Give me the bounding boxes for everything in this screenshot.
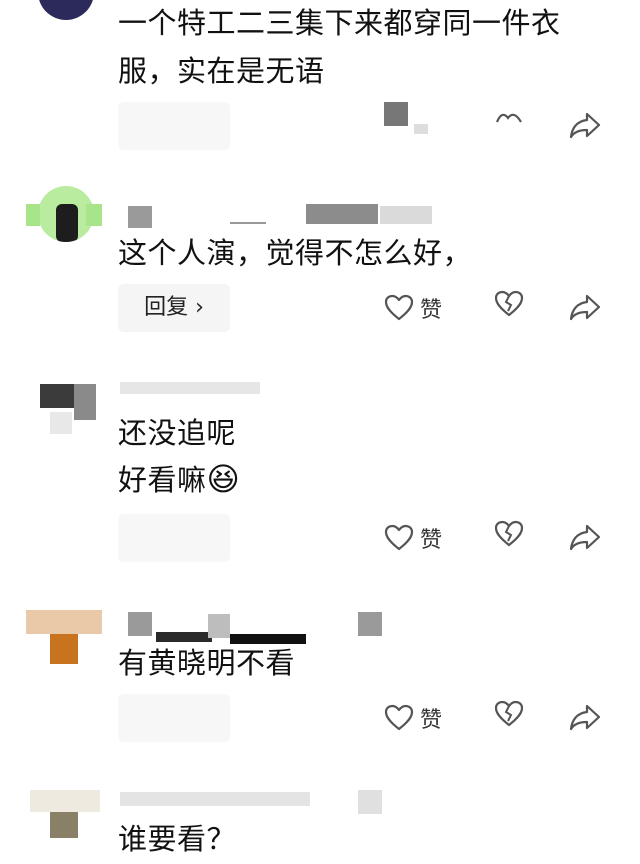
share-arrow-icon[interactable] <box>568 520 602 554</box>
reply-button[interactable]: 回复 › <box>118 284 230 332</box>
share-arrow-icon[interactable] <box>568 108 602 142</box>
heart-outline-icon <box>384 704 414 732</box>
broken-heart-icon[interactable] <box>494 700 524 728</box>
blurred-username <box>120 382 260 394</box>
heart-outline-icon <box>384 524 414 552</box>
comment-text: 这个人演，觉得不怎么好， <box>118 236 473 270</box>
comment-text-line: 服，实在是无语 <box>118 54 325 88</box>
comment-text-line: 一个特工二三集下来都穿同一件衣 <box>118 6 561 40</box>
like-label: 赞 <box>420 708 443 733</box>
blurred-avatar <box>30 790 100 812</box>
comment-actions: 赞 <box>118 514 618 562</box>
reply-button[interactable] <box>118 694 230 742</box>
comment-text: 谁要看？ <box>118 822 237 856</box>
blurred-username <box>358 790 382 814</box>
avatar-frame-left <box>26 204 40 226</box>
comment-text-line: 好看嘛😆 <box>118 458 240 501</box>
blurred-username <box>380 206 432 224</box>
blurred-username <box>128 612 152 636</box>
blurred-avatar <box>40 384 74 408</box>
share-arrow-icon[interactable] <box>568 290 602 324</box>
blurred-avatar <box>74 384 96 420</box>
comment-actions <box>118 102 618 150</box>
blurred-avatar <box>50 812 78 838</box>
blurred-username <box>120 792 310 806</box>
comment-actions: 回复 › 赞 <box>118 284 618 332</box>
reply-button[interactable] <box>118 514 230 562</box>
blurred-username <box>230 222 266 224</box>
broken-heart-icon[interactable] <box>494 106 524 126</box>
blurred-username <box>128 206 152 228</box>
blurred-avatar <box>26 610 102 634</box>
comment-text: 好看嘛 <box>118 463 207 497</box>
blurred-username <box>358 612 382 636</box>
avatar-frame-right <box>86 204 102 226</box>
like-button[interactable]: 赞 <box>384 700 442 736</box>
like-button[interactable]: 赞 <box>384 520 442 556</box>
blurred-block <box>384 102 408 126</box>
blurred-username <box>208 614 230 638</box>
comment-text: 有黄晓明不看 <box>118 646 296 680</box>
blurred-avatar <box>50 412 72 434</box>
broken-heart-icon[interactable] <box>494 520 524 548</box>
like-button[interactable]: 赞 <box>384 290 442 326</box>
blurred-username <box>306 204 378 224</box>
blurred-block <box>414 124 428 134</box>
broken-heart-icon[interactable] <box>494 290 524 318</box>
avatar-figure <box>56 204 78 242</box>
like-label: 赞 <box>420 528 443 553</box>
laughing-emoji: 😆 <box>206 460 241 498</box>
comment-text-line: 还没追呢 <box>118 416 237 450</box>
heart-outline-icon <box>384 294 414 322</box>
blurred-username <box>156 632 212 642</box>
blurred-avatar <box>50 634 78 664</box>
avatar[interactable] <box>38 0 94 20</box>
comment-actions: 赞 <box>118 694 618 742</box>
like-label: 赞 <box>420 298 443 323</box>
reply-button[interactable] <box>118 102 230 150</box>
share-arrow-icon[interactable] <box>568 700 602 734</box>
